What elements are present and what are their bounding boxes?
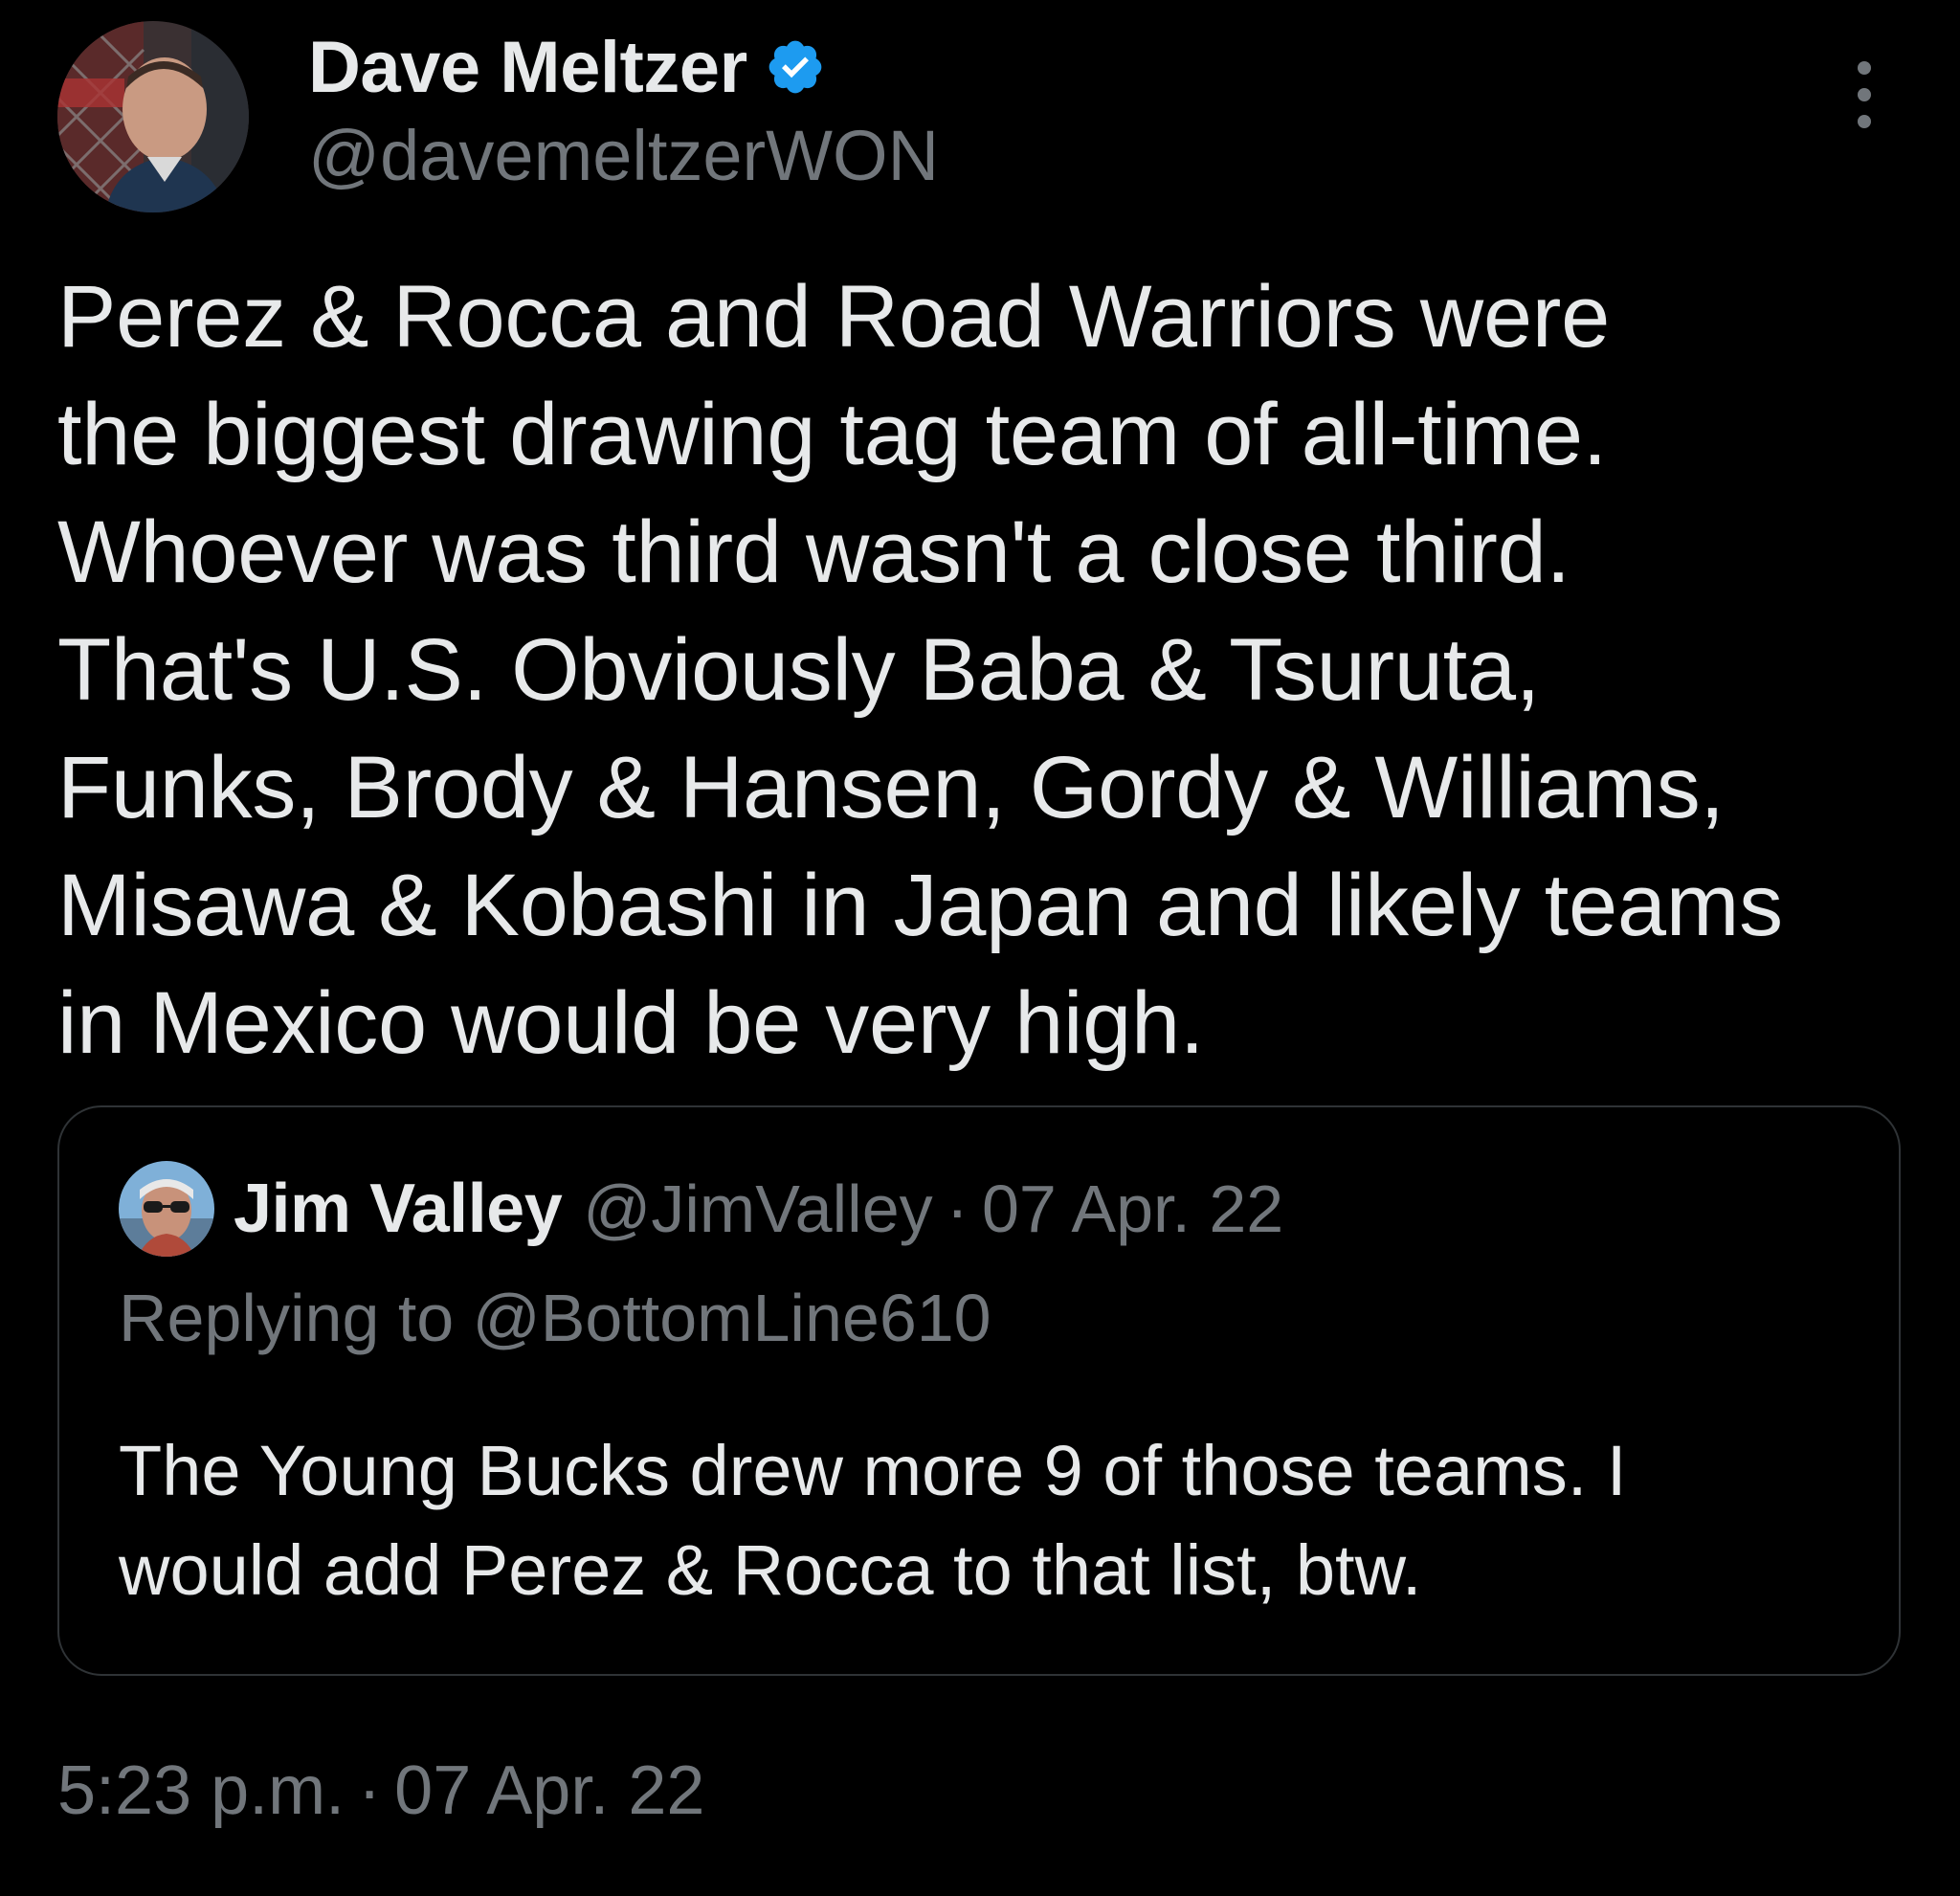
quoted-tweet-text: The Young Bucks drew more 9 of those tea… xyxy=(119,1421,1841,1620)
tweet-time[interactable]: 5:23 p.m. xyxy=(57,1752,345,1829)
tweet-text-line: the biggest drawing tag team of all-time… xyxy=(57,386,1607,483)
tweet-timestamp: 5:23 p.m. · 07 Apr. 22 xyxy=(57,1751,704,1830)
tweet-meta-separator: · xyxy=(358,1752,382,1829)
tweet-text-line: Funks, Brody & Hansen, Gordy & Williams, xyxy=(57,739,1725,836)
quoted-tweet-replying-to: Replying to @BottomLine610 xyxy=(119,1281,991,1355)
tweet-text-line: Perez & Rocca and Road Warriors were xyxy=(57,268,1610,366)
avatar-photo-icon xyxy=(57,21,249,212)
quoted-avatar-photo-icon xyxy=(119,1161,214,1257)
author-avatar[interactable] xyxy=(57,21,249,212)
quoted-author-display-name[interactable]: Jim Valley xyxy=(234,1170,563,1248)
tweet-text-line: in Mexico would be very high. xyxy=(57,974,1205,1072)
tweet-date[interactable]: 07 Apr. 22 xyxy=(394,1752,704,1829)
quoted-tweet-text-line: would add Perez & Rocca to that list, bt… xyxy=(119,1530,1422,1610)
quoted-tweet-header: Jim Valley @JimValley · 07 Apr. 22 xyxy=(119,1161,1283,1257)
quoted-tweet-text-line: The Young Bucks drew more 9 of those tea… xyxy=(119,1431,1627,1510)
verified-badge-icon xyxy=(768,40,821,94)
author-display-name[interactable]: Dave Meltzer xyxy=(308,26,747,109)
more-options-icon xyxy=(1838,61,1891,128)
quoted-author-avatar[interactable] xyxy=(119,1161,214,1257)
author-name-row: Dave Meltzer xyxy=(308,26,826,109)
author-handle[interactable]: @davemeltzerWON xyxy=(308,115,939,196)
tweet-text-line: Whoever was third wasn't a close third. xyxy=(57,503,1570,601)
tweet-text-line: Misawa & Kobashi in Japan and likely tea… xyxy=(57,857,1783,954)
quoted-tweet-separator: · xyxy=(946,1171,969,1246)
quoted-tweet-card[interactable]: Jim Valley @JimValley · 07 Apr. 22 Reply… xyxy=(57,1105,1901,1676)
tweet-text-line: That's U.S. Obviously Baba & Tsuruta, xyxy=(57,621,1541,719)
quoted-tweet-date[interactable]: 07 Apr. 22 xyxy=(982,1171,1283,1247)
tweet-text: Perez & Rocca and Road Warriors were the… xyxy=(57,258,1914,1082)
tweet-container: Dave Meltzer @davemeltzerWON Perez & Roc… xyxy=(0,0,1960,1896)
quoted-author-handle[interactable]: @JimValley xyxy=(583,1171,932,1247)
more-options-button[interactable] xyxy=(1838,61,1891,138)
